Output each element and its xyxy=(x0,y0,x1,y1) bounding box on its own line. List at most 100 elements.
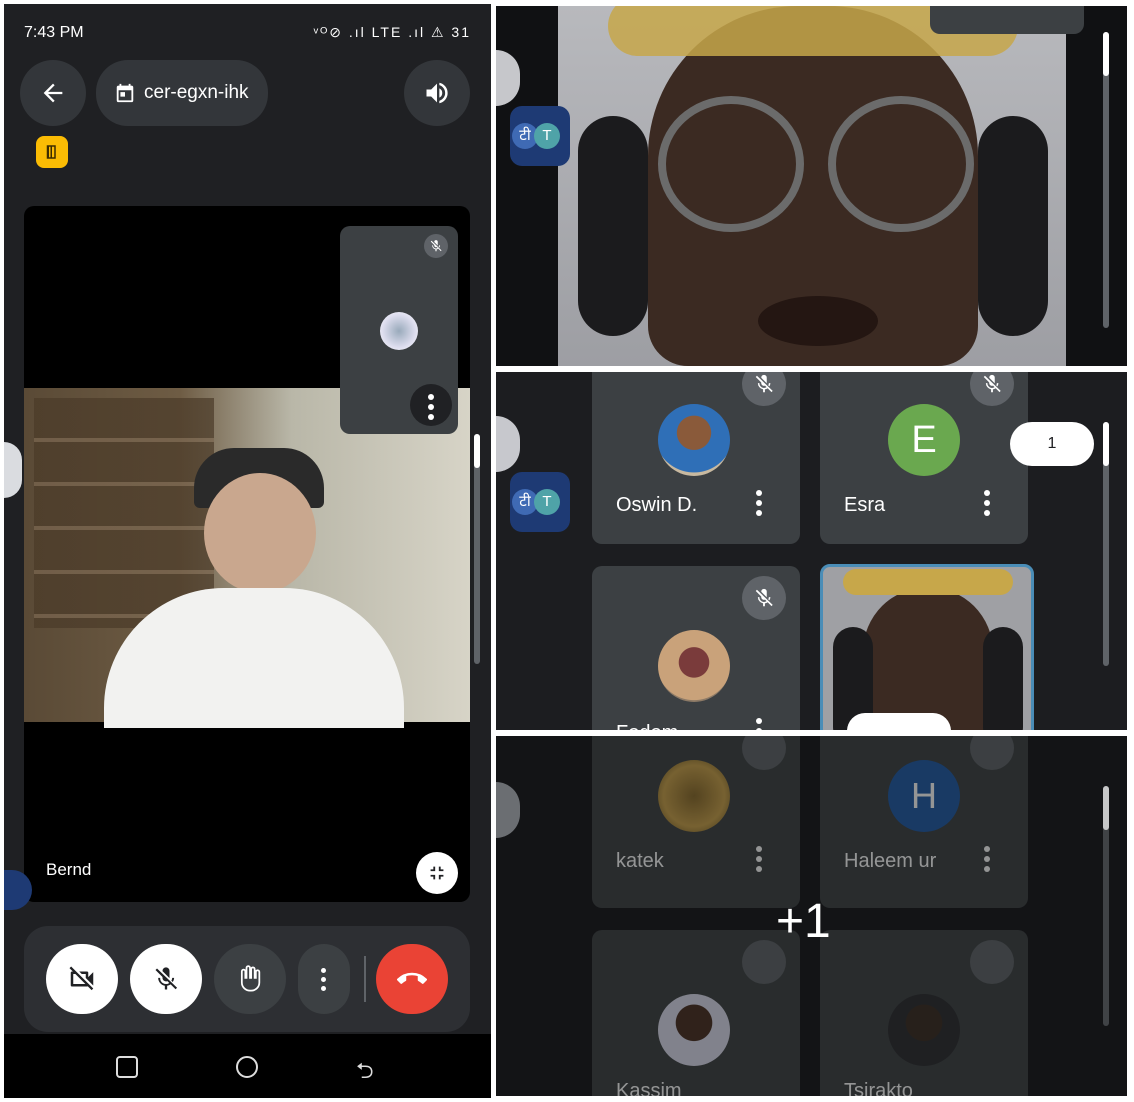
participant-tile[interactable]: E Esra xyxy=(820,372,1028,544)
speaker-video xyxy=(24,388,470,728)
hand-icon xyxy=(240,965,261,992)
participant-name: Kassim xyxy=(616,1080,682,1096)
participant-tile[interactable]: Oswin D. xyxy=(592,372,800,544)
mic-off-icon xyxy=(970,372,1014,406)
participant-name: Haleem ur xyxy=(844,850,937,872)
mic-off-icon xyxy=(742,372,786,406)
system-nav-bar: ⮌ xyxy=(4,1034,491,1098)
participant-name: Oswin D. xyxy=(616,494,698,516)
collapse-icon xyxy=(430,866,444,880)
back-button[interactable] xyxy=(20,60,86,126)
home-icon[interactable] xyxy=(236,1056,258,1078)
spotlight-video-panel: टी T xyxy=(496,6,1127,366)
face xyxy=(863,587,993,730)
mic-toggle-button[interactable] xyxy=(130,944,202,1014)
meeting-code-chip[interactable]: cer-egxn-ihk xyxy=(96,60,268,126)
mic-off-icon xyxy=(155,967,178,990)
participant-video-tile[interactable] xyxy=(820,564,1034,730)
participant-name: Fodom xyxy=(616,722,678,730)
participant-initial-avatar: E xyxy=(888,404,960,476)
participant-avatar xyxy=(658,760,730,832)
main-call-screen: 7:43 PM ᵛᴼ⊘ .ıl LTE .ıl ⚠ 31 cer-egxn-ih… xyxy=(4,4,491,1098)
self-view-more-button[interactable] xyxy=(410,384,452,426)
back-arrow-icon xyxy=(43,83,63,103)
self-view-tile[interactable] xyxy=(340,226,458,434)
hang-up-icon xyxy=(397,972,427,984)
more-vert-icon[interactable] xyxy=(756,846,762,876)
side-panel-handle[interactable] xyxy=(4,442,22,498)
participant-tile[interactable]: H Haleem ur xyxy=(820,736,1028,908)
translate-badge[interactable]: टी T xyxy=(510,472,570,532)
self-view-tile-partial[interactable] xyxy=(930,6,1084,34)
headphone-left xyxy=(578,116,648,336)
name-chip xyxy=(847,713,951,730)
glasses-left xyxy=(658,96,804,232)
mic-off-icon xyxy=(742,576,786,620)
headphone-right xyxy=(978,116,1048,336)
avatar-initial: H xyxy=(911,775,937,816)
participant-tile[interactable]: Tsirakto xyxy=(820,930,1028,1096)
more-vert-icon[interactable] xyxy=(756,718,762,730)
status-icons: ᵛᴼ⊘ .ıl LTE .ıl ⚠ 31 xyxy=(313,24,471,40)
participant-name: Esra xyxy=(844,494,886,516)
headphone xyxy=(983,627,1023,730)
calendar-icon xyxy=(116,83,134,103)
status-time: 7:43 PM xyxy=(24,24,84,41)
overflow-count: +1 xyxy=(776,895,831,948)
camera-off-icon xyxy=(69,966,94,991)
hand-raised-count-badge[interactable]: 1 xyxy=(1010,422,1094,466)
scrollbar-thumb[interactable] xyxy=(474,434,480,468)
minimize-button[interactable] xyxy=(416,852,458,894)
more-options-button[interactable] xyxy=(298,944,350,1014)
scrollbar-thumb[interactable] xyxy=(1103,32,1109,76)
main-video-tile[interactable]: Bernd xyxy=(24,206,470,902)
avatar-initial: E xyxy=(911,418,937,461)
translate-latin-icon: T xyxy=(534,123,560,149)
more-vert-icon xyxy=(321,968,326,995)
scrollbar-track[interactable] xyxy=(1103,32,1109,328)
participant-tile[interactable]: Fodom xyxy=(592,566,800,730)
participant-grid-dimmed-panel: katek H Haleem ur Kassim Tsirakto +1 xyxy=(496,736,1127,1096)
participant-avatar xyxy=(658,404,730,476)
participant-initial-avatar: H xyxy=(888,760,960,832)
participant-name: katek xyxy=(616,850,664,872)
mic-off-icon xyxy=(424,234,448,258)
raise-hand-button[interactable] xyxy=(214,944,286,1014)
recents-icon[interactable] xyxy=(116,1056,138,1078)
back-nav-icon[interactable]: ⮌ xyxy=(356,1054,374,1092)
more-vert-icon[interactable] xyxy=(756,490,762,520)
participant-tile[interactable]: Kassim xyxy=(592,930,800,1096)
divider xyxy=(364,956,366,1002)
scrollbar-track[interactable] xyxy=(474,434,480,664)
mouth xyxy=(758,296,878,346)
camera-toggle-button[interactable] xyxy=(46,944,118,1014)
side-panel-handle[interactable] xyxy=(496,782,520,838)
scrollbar-thumb[interactable] xyxy=(1103,786,1109,830)
participant-avatar xyxy=(658,994,730,1066)
more-vert-icon[interactable] xyxy=(984,846,990,876)
participant-avatar xyxy=(658,630,730,702)
side-panel-handle[interactable] xyxy=(496,416,520,472)
speaker-button[interactable] xyxy=(404,60,470,126)
participant-tile[interactable]: katek xyxy=(592,736,800,908)
door-badge-icon[interactable] xyxy=(36,136,68,168)
main-participant-name: Bernd xyxy=(46,860,92,879)
participant-avatar xyxy=(888,994,960,1066)
side-panel-handle[interactable] xyxy=(496,50,520,106)
scrollbar-thumb[interactable] xyxy=(1103,422,1109,466)
end-call-button[interactable] xyxy=(376,944,448,1014)
mic-off-icon xyxy=(970,736,1014,770)
control-bar xyxy=(24,926,470,1032)
mic-off-icon xyxy=(742,736,786,770)
translate-badge[interactable]: टी T xyxy=(510,106,570,166)
more-vert-icon[interactable] xyxy=(984,490,990,520)
speaker-icon xyxy=(426,82,448,104)
headband xyxy=(843,569,1013,595)
participant-video[interactable] xyxy=(558,6,1066,366)
self-avatar xyxy=(380,312,418,350)
participant-grid-panel: टी T Oswin D. E Esra 1 Fodom xyxy=(496,372,1127,730)
translate-latin-icon: T xyxy=(534,489,560,515)
participant-name: Tsirakto xyxy=(844,1080,913,1096)
more-vert-icon xyxy=(428,394,434,424)
meeting-code: cer-egxn-ihk xyxy=(144,82,249,103)
